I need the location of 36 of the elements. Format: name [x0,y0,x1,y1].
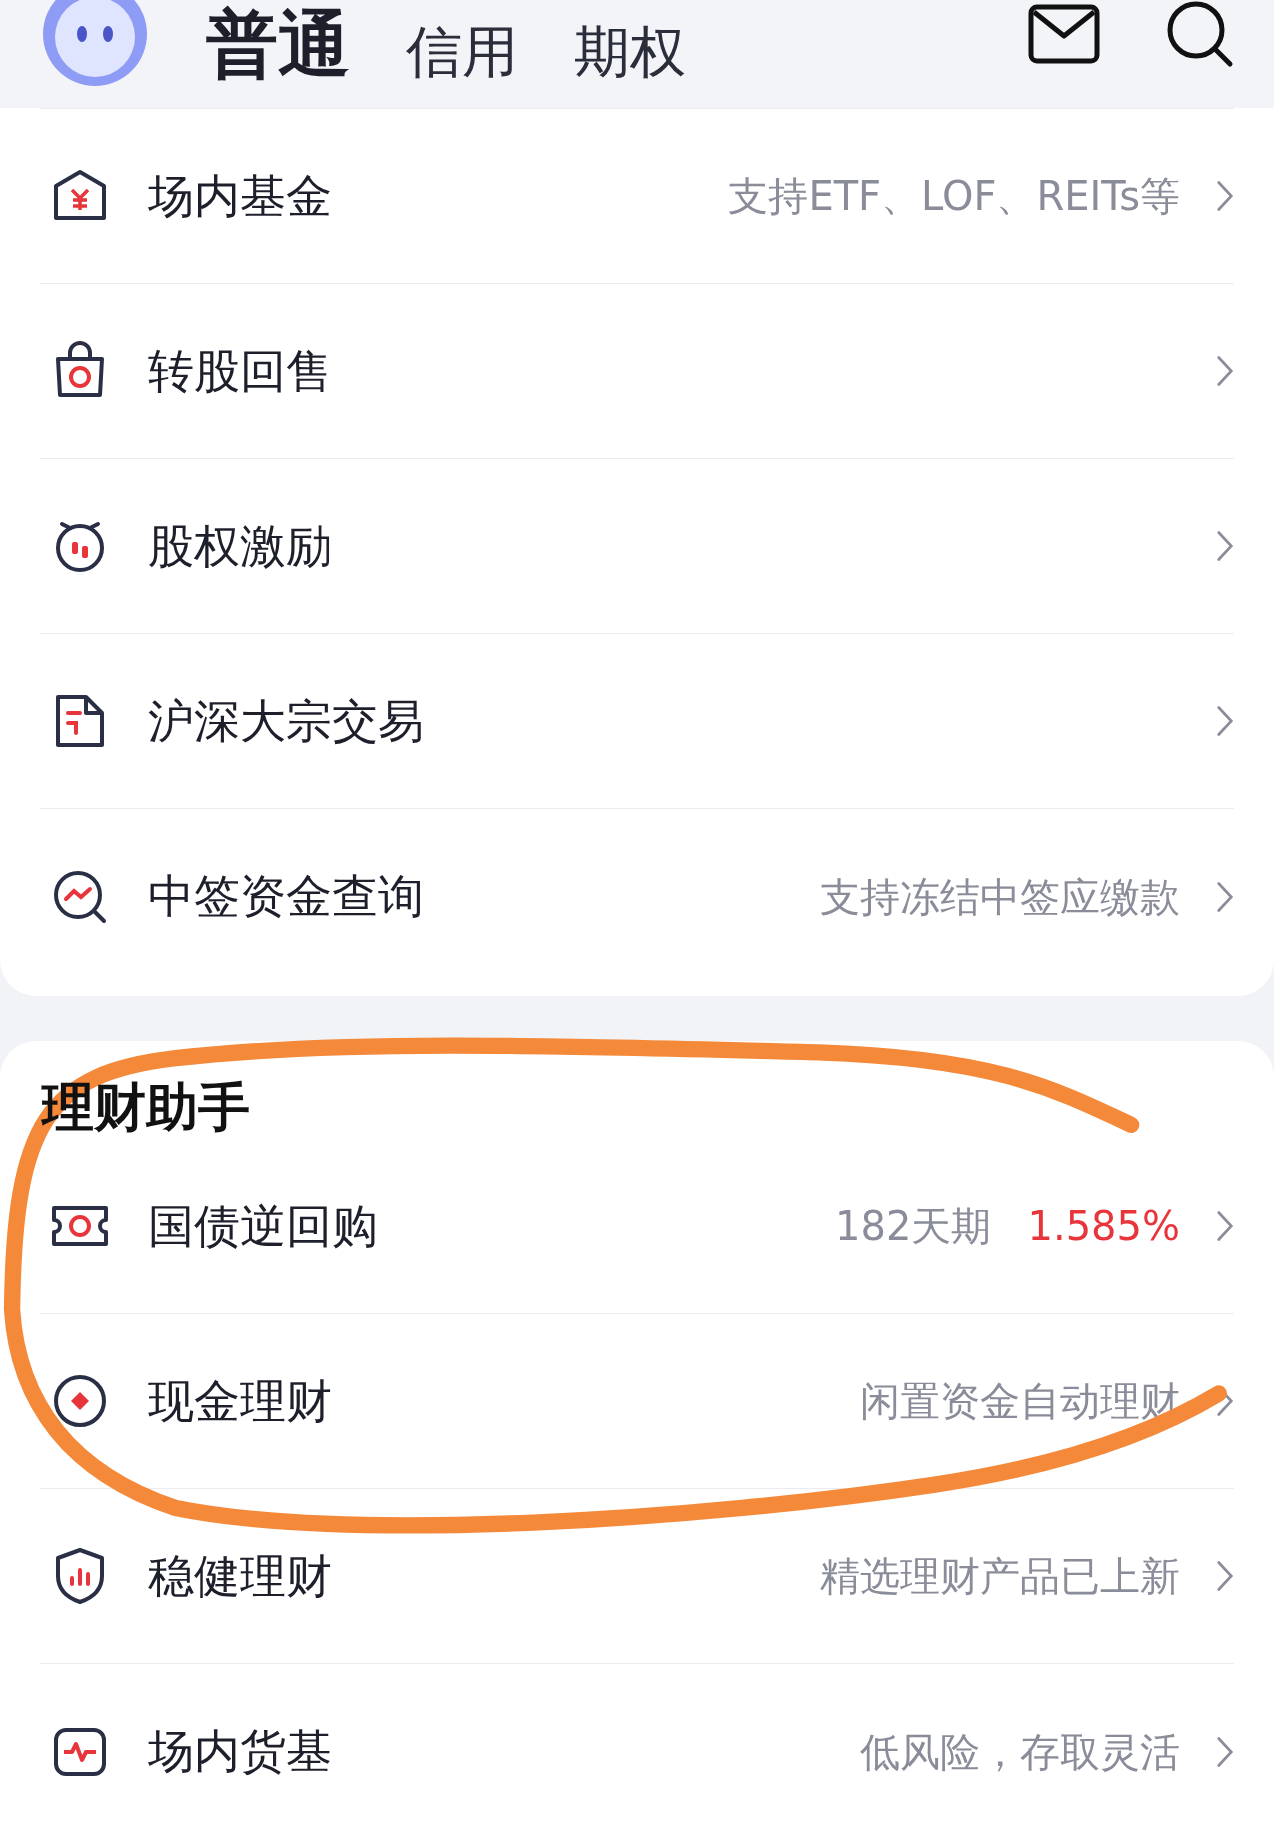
mail-icon[interactable] [1028,4,1100,64]
account-tab[interactable]: 信用 [406,24,518,80]
chevron-right-icon [1216,179,1234,213]
menu-row[interactable]: 转股回售 [40,284,1234,459]
mascot-avatar[interactable] [40,0,150,89]
chevron-right-icon [1216,879,1234,914]
menu-row[interactable]: 稳健理财 精选理财产品已上新 [40,1489,1234,1664]
menu-label: 场内基金 [148,167,332,225]
rate-value: 1.585% [1027,1202,1180,1251]
menu-label: 股权激励 [148,517,332,575]
chevron-right-icon [1216,1209,1234,1243]
menu-label: 场内货基 [148,1723,332,1780]
menu-hint: 支持冻结中签应缴款 [820,872,1180,922]
menu-row[interactable]: 股权激励 [40,459,1234,634]
menu-hint: 低风险，存取灵活 [860,1727,1180,1777]
menu-label: 中签资金查询 [148,868,424,925]
menu-label: 沪深大宗交易 [148,692,424,750]
chevron-right-icon [1216,704,1234,738]
chevron-right-icon [1216,1734,1234,1769]
menu-label: 稳健理财 [148,1547,332,1605]
chevron-right-icon [1216,354,1234,388]
menu-row[interactable]: 中签资金查询 支持冻结中签应缴款 [40,809,1234,984]
menu-label: 现金理财 [148,1372,332,1430]
menu-label: 转股回售 [148,342,332,400]
menu-row[interactable]: 沪深大宗交易 [40,634,1234,809]
chevron-right-icon [1216,1559,1234,1593]
menu-hint: 精选理财产品已上新 [820,1552,1180,1601]
search-icon[interactable] [1166,0,1234,68]
menu-hint: 支持ETF、LOF、REITs等 [728,172,1180,221]
menu-hint: 182天期 [835,1202,992,1251]
chevron-right-icon [1216,529,1234,563]
menu-row[interactable]: 国债逆回购 182天期 1.585% [40,1139,1234,1314]
account-tab[interactable]: 期权 [574,24,686,80]
menu-label: 国债逆回购 [148,1197,378,1255]
menu-row[interactable]: 场内基金 支持ETF、LOF、REITs等 [40,109,1234,284]
menu-row[interactable]: 场内货基 低风险，存取灵活 [40,1664,1234,1832]
